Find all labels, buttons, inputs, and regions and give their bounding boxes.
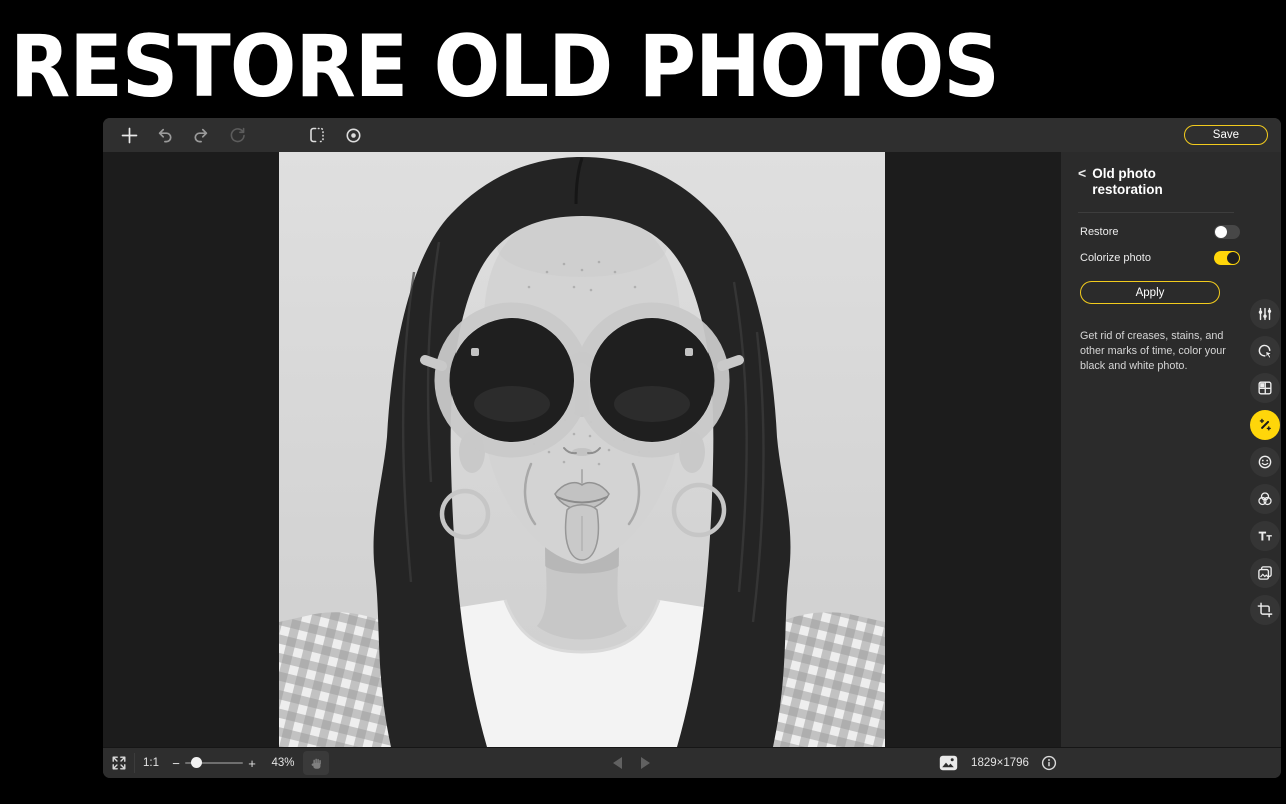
panel-title: Old photo restoration bbox=[1092, 166, 1204, 198]
auto-enhance-icon[interactable] bbox=[1250, 336, 1280, 366]
old-photo-restoration-panel: < Old photo restoration Restore Colorize… bbox=[1061, 152, 1281, 747]
redo-icon[interactable] bbox=[189, 123, 213, 147]
layout-icon[interactable] bbox=[1250, 373, 1280, 403]
compare-icon[interactable] bbox=[305, 123, 329, 147]
zoom-in-button[interactable]: + bbox=[245, 748, 259, 778]
stickers-icon[interactable] bbox=[1250, 447, 1280, 477]
colorize-label: Colorize photo bbox=[1080, 252, 1151, 264]
adjustments-icon[interactable] bbox=[1250, 299, 1280, 329]
panel-divider bbox=[1078, 212, 1234, 213]
add-icon[interactable] bbox=[117, 123, 141, 147]
zoom-percent: 43% bbox=[263, 748, 303, 778]
page: RESTORE OLD PHOTOS bbox=[0, 0, 1286, 804]
reset-icon[interactable] bbox=[225, 123, 249, 147]
zoom-out-button[interactable]: − bbox=[169, 748, 183, 778]
save-button[interactable]: Save bbox=[1184, 125, 1268, 145]
panel-description: Get rid of creases, stains, and other ma… bbox=[1080, 329, 1232, 374]
restore-row: Restore bbox=[1080, 224, 1240, 240]
ratio-button[interactable]: 1:1 bbox=[137, 748, 165, 778]
page-title: RESTORE OLD PHOTOS bbox=[10, 24, 999, 110]
colorize-toggle[interactable] bbox=[1214, 251, 1240, 265]
canvas-area[interactable] bbox=[103, 152, 1061, 747]
restore-label: Restore bbox=[1080, 226, 1119, 238]
restore-toggle[interactable] bbox=[1214, 225, 1240, 239]
editor-window: Save bbox=[103, 118, 1281, 778]
next-image-icon[interactable] bbox=[636, 748, 654, 778]
undo-icon[interactable] bbox=[153, 123, 177, 147]
apply-button[interactable]: Apply bbox=[1080, 281, 1220, 304]
tool-rail bbox=[1250, 299, 1280, 632]
photo-image bbox=[279, 152, 885, 747]
info-icon[interactable] bbox=[1039, 748, 1059, 778]
crop-icon[interactable] bbox=[1250, 595, 1280, 625]
back-chevron-icon[interactable]: < bbox=[1078, 166, 1086, 198]
preview-icon[interactable] bbox=[341, 123, 365, 147]
photos-icon[interactable] bbox=[1250, 558, 1280, 588]
statusbar-divider bbox=[134, 753, 135, 773]
colorize-row: Colorize photo bbox=[1080, 250, 1240, 266]
pan-hand-icon[interactable] bbox=[303, 751, 329, 775]
status-bar: 1:1 − + 43% bbox=[103, 747, 1281, 778]
fit-screen-icon[interactable] bbox=[103, 748, 134, 778]
effects-icon[interactable] bbox=[1250, 484, 1280, 514]
thumbnail-icon[interactable] bbox=[937, 748, 959, 778]
text-icon[interactable] bbox=[1250, 521, 1280, 551]
magic-tools-icon[interactable] bbox=[1250, 410, 1280, 440]
top-toolbar: Save bbox=[103, 118, 1281, 152]
zoom-slider-knob[interactable] bbox=[191, 757, 202, 768]
previous-image-icon[interactable] bbox=[608, 748, 626, 778]
image-dimensions: 1829×1796 bbox=[961, 748, 1039, 778]
